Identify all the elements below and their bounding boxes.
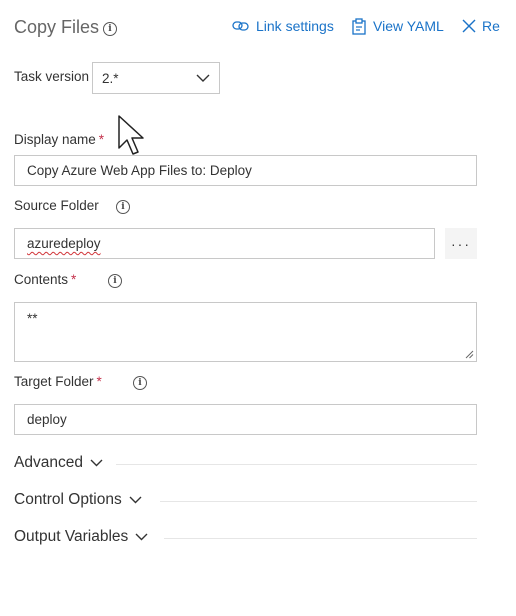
- target-folder-label-text: Target Folder: [14, 374, 94, 389]
- remove-label: Re: [482, 18, 500, 34]
- chevron-down-icon: [90, 459, 103, 467]
- target-folder-info-icon[interactable]: i: [133, 376, 147, 390]
- display-name-label-text: Display name: [14, 132, 96, 147]
- link-settings-label: Link settings: [256, 18, 334, 34]
- task-version-select[interactable]: 2.*: [92, 62, 220, 94]
- display-name-input[interactable]: Copy Azure Web App Files to: Deploy: [14, 155, 477, 186]
- control-options-section-toggle[interactable]: Control Options: [14, 491, 142, 509]
- contents-value: **: [27, 311, 38, 326]
- view-yaml-button[interactable]: View YAML: [351, 16, 444, 36]
- source-folder-info-icon[interactable]: i: [116, 200, 130, 214]
- title-info-icon[interactable]: i: [103, 22, 117, 36]
- advanced-section-label: Advanced: [14, 454, 83, 471]
- panel-title-text: Copy Files: [14, 17, 100, 37]
- contents-label-text: Contents: [14, 272, 69, 287]
- clipboard-icon: [352, 17, 366, 35]
- link-settings-button[interactable]: Link settings: [232, 16, 334, 36]
- more-icon: ···: [451, 235, 471, 252]
- close-icon: [462, 19, 476, 33]
- contents-label: Contents *: [14, 272, 76, 287]
- resize-handle-icon[interactable]: [465, 350, 474, 359]
- task-version-value: 2.*: [102, 70, 119, 86]
- task-version-label: Task version: [14, 69, 90, 84]
- source-folder-input[interactable]: azuredeploy: [14, 228, 435, 259]
- panel-title: Copy Files: [14, 17, 99, 38]
- section-divider: [116, 464, 477, 465]
- chevron-down-icon: [135, 533, 148, 541]
- source-folder-label: Source Folder: [14, 198, 99, 213]
- mouse-cursor-icon: [118, 115, 144, 155]
- required-marker: *: [98, 132, 105, 147]
- advanced-section-toggle[interactable]: Advanced: [14, 454, 103, 472]
- target-folder-label: Target Folder *: [14, 374, 102, 389]
- remove-button[interactable]: Re: [462, 16, 500, 36]
- contents-info-icon[interactable]: i: [108, 274, 122, 288]
- chevron-down-icon: [129, 496, 142, 504]
- target-folder-value: deploy: [27, 412, 67, 427]
- section-divider: [160, 501, 477, 502]
- display-name-label: Display name *: [14, 132, 104, 147]
- output-variables-section-toggle[interactable]: Output Variables: [14, 528, 148, 546]
- link-icon: [232, 21, 249, 31]
- section-divider: [164, 538, 477, 539]
- browse-button[interactable]: ···: [445, 228, 477, 259]
- source-folder-value: azuredeploy: [27, 236, 101, 251]
- display-name-value: Copy Azure Web App Files to: Deploy: [27, 163, 252, 178]
- required-marker: *: [71, 272, 77, 287]
- target-folder-input[interactable]: deploy: [14, 404, 477, 435]
- output-variables-section-label: Output Variables: [14, 528, 129, 545]
- chevron-down-icon: [196, 74, 210, 82]
- required-marker: *: [96, 374, 102, 389]
- control-options-section-label: Control Options: [14, 491, 122, 508]
- contents-textarea[interactable]: **: [14, 302, 477, 362]
- view-yaml-label: View YAML: [373, 18, 444, 34]
